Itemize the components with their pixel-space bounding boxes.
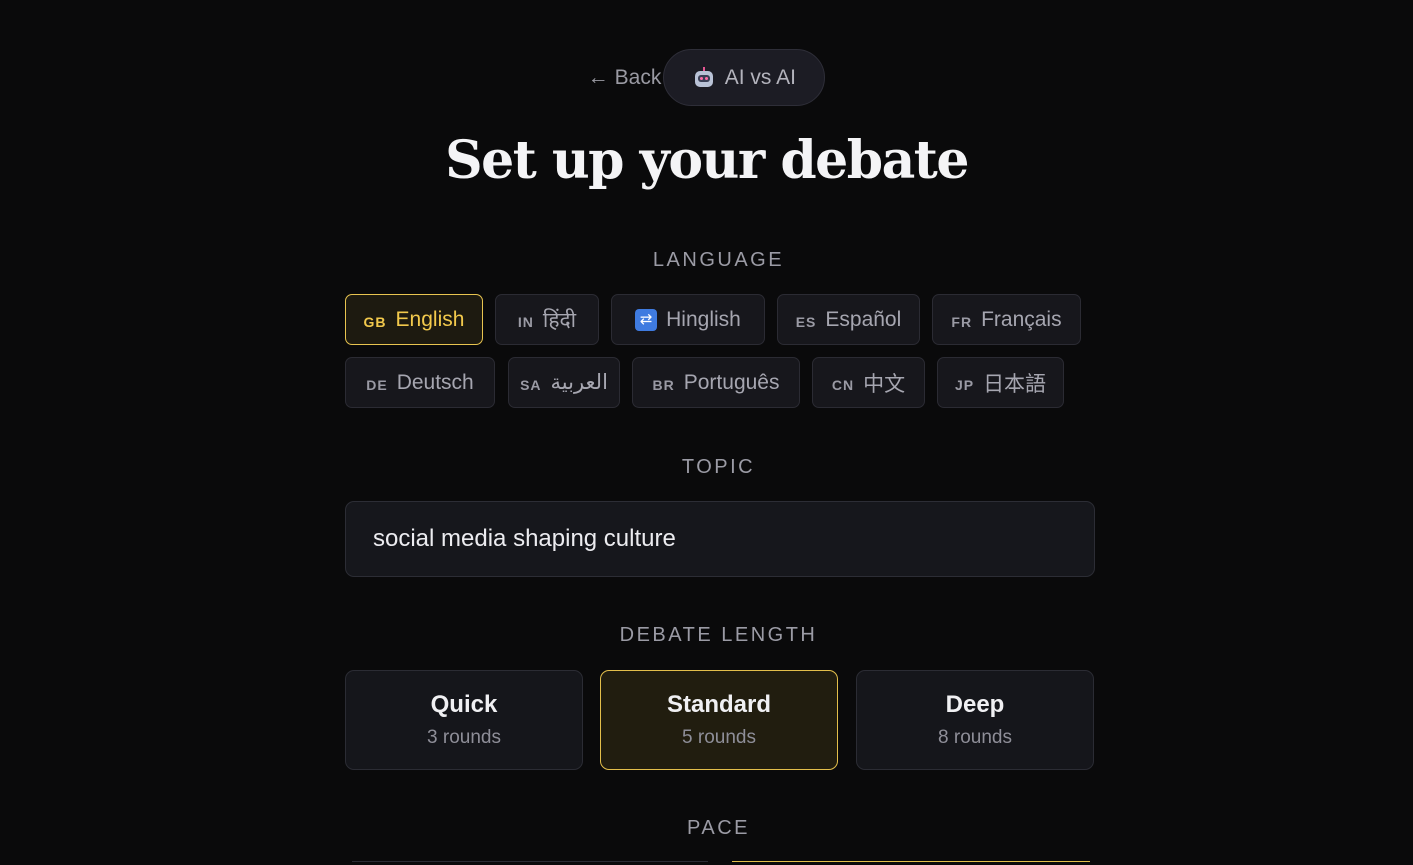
language-label: Español (825, 307, 902, 331)
language-label: हिंदी (542, 308, 577, 332)
language-option-english[interactable]: GB English (345, 294, 483, 345)
pace-option-left[interactable] (352, 861, 708, 865)
length-section-label: DEBATE LENGTH (619, 624, 818, 646)
flag-code: FR (951, 313, 973, 330)
topic-section-label: TOPIC (681, 456, 756, 478)
flag-code: DE (366, 376, 388, 393)
language-label: Français (981, 307, 1062, 331)
length-name: Deep (945, 691, 1005, 718)
length-name: Quick (430, 691, 498, 718)
language-label: 日本語 (983, 372, 1047, 396)
length-option-deep[interactable]: Deep 8 rounds (856, 670, 1094, 770)
robot-icon (693, 66, 715, 89)
length-option-quick[interactable]: Quick 3 rounds (345, 670, 583, 770)
language-option-japanese[interactable]: JP 日本語 (937, 357, 1064, 408)
length-rounds: 8 rounds (938, 727, 1012, 748)
flag-code: SA (520, 376, 542, 393)
back-arrow-icon: ← (587, 65, 609, 89)
length-option-standard[interactable]: Standard 5 rounds (600, 670, 838, 770)
language-option-espanol[interactable]: ES Español (777, 294, 920, 345)
language-label: 中文 (863, 372, 906, 396)
language-option-portugues[interactable]: BR Português (632, 357, 800, 408)
language-option-hindi[interactable]: IN हिंदी (495, 294, 599, 345)
flag-code: JP (954, 376, 975, 393)
topic-input[interactable] (345, 501, 1095, 577)
back-label: Back (614, 65, 662, 89)
language-option-francais[interactable]: FR Français (932, 294, 1081, 345)
page-title: Set up your debate (445, 130, 969, 191)
back-button[interactable]: ← Back (588, 66, 662, 90)
pace-option-right[interactable] (732, 861, 1090, 865)
length-rounds: 3 rounds (427, 727, 501, 748)
mode-label: AI vs AI (724, 65, 796, 89)
mode-badge: AI vs AI (663, 49, 826, 106)
flag-code: BR (652, 376, 675, 393)
flag-code: ES (795, 313, 817, 330)
language-section-label: LANGUAGE (652, 249, 785, 271)
language-label: Hinglish (666, 307, 741, 331)
pace-section-label: PACE (687, 817, 750, 839)
language-option-chinese[interactable]: CN 中文 (812, 357, 925, 408)
language-option-arabic[interactable]: SA العربية (508, 357, 620, 408)
language-label: Deutsch (396, 370, 474, 394)
shuffle-icon: ⇄ (635, 308, 658, 331)
top-bar: ← Back AI vs AI (0, 49, 1413, 106)
debate-setup-page: ← Back AI vs AI Set up your debate LANGU… (0, 0, 1413, 865)
length-rounds: 5 rounds (682, 727, 756, 748)
language-label: Português (683, 370, 780, 394)
length-name: Standard (666, 691, 771, 718)
language-option-deutsch[interactable]: DE Deutsch (345, 357, 495, 408)
flag-code: GB (363, 313, 387, 330)
flag-code: CN (831, 376, 855, 393)
language-label: English (395, 307, 465, 331)
language-label: العربية (550, 371, 608, 394)
flag-code: IN (517, 313, 534, 330)
language-option-hinglish[interactable]: ⇄ Hinglish (611, 294, 765, 345)
